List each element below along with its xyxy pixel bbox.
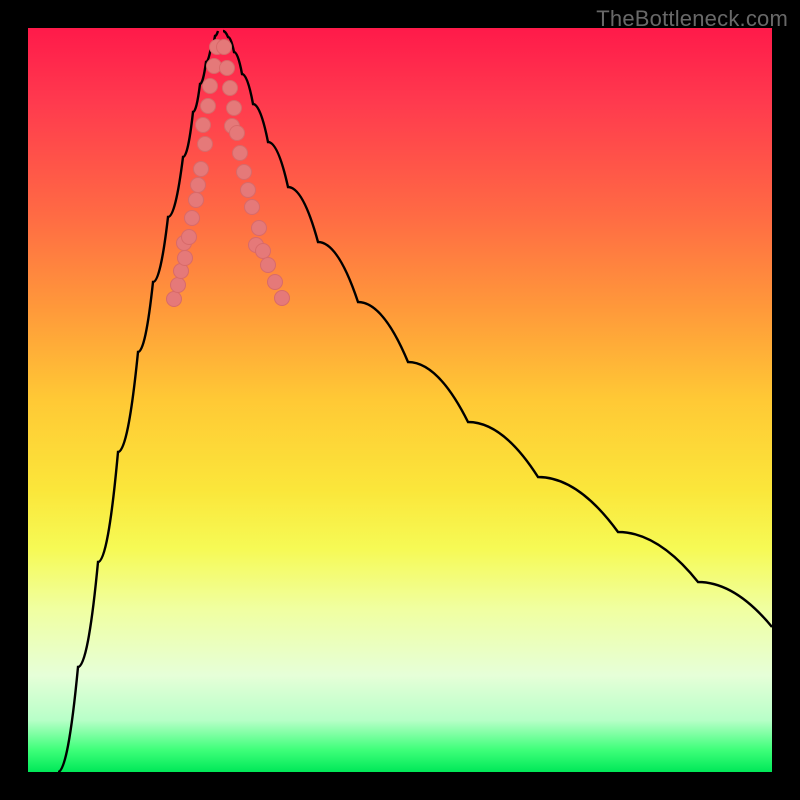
data-marker	[185, 211, 200, 226]
data-marker	[256, 244, 271, 259]
data-marker	[217, 40, 232, 55]
data-marker	[171, 278, 186, 293]
data-marker	[196, 118, 211, 133]
right-curve	[223, 31, 772, 627]
data-marker	[178, 251, 193, 266]
data-marker	[241, 183, 256, 198]
data-marker	[252, 221, 267, 236]
data-marker	[275, 291, 290, 306]
data-marker	[207, 59, 222, 74]
marker-cluster-right	[217, 40, 290, 306]
marker-cluster-left	[167, 40, 225, 307]
watermark-text: TheBottleneck.com	[596, 6, 788, 32]
data-marker	[230, 126, 245, 141]
data-marker	[194, 162, 209, 177]
data-marker	[189, 193, 204, 208]
data-marker	[233, 146, 248, 161]
left-curve	[58, 31, 218, 772]
data-marker	[198, 137, 213, 152]
data-marker	[182, 230, 197, 245]
data-marker	[203, 79, 218, 94]
plot-area	[28, 28, 772, 772]
data-marker	[268, 275, 283, 290]
data-marker	[237, 165, 252, 180]
data-marker	[167, 292, 182, 307]
data-marker	[220, 61, 235, 76]
chart-canvas: TheBottleneck.com	[0, 0, 800, 800]
curve-group	[58, 31, 772, 772]
data-marker	[201, 99, 216, 114]
data-marker	[191, 178, 206, 193]
data-marker	[227, 101, 242, 116]
data-marker	[245, 200, 260, 215]
data-marker	[223, 81, 238, 96]
chart-svg	[28, 28, 772, 772]
data-marker	[261, 258, 276, 273]
